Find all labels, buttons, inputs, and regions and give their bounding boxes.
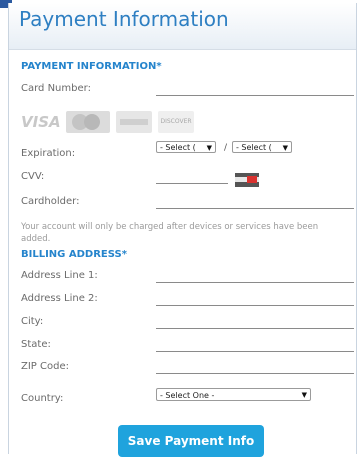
page-title: Payment Information <box>19 7 229 31</box>
card-number-label: Card Number: <box>21 83 91 94</box>
exp-separator: / <box>224 143 228 153</box>
save-payment-button[interactable]: Save Payment Info <box>118 425 264 457</box>
panel-header: Payment Information <box>9 3 356 50</box>
card-number-input[interactable] <box>156 95 354 96</box>
expiration-label: Expiration: <box>21 148 76 159</box>
address1-label: Address Line 1: <box>21 270 98 281</box>
chevron-down-icon: ▼ <box>301 391 307 399</box>
city-label: City: <box>21 316 44 327</box>
cvv-input[interactable] <box>156 183 228 184</box>
cvv-card-icon <box>235 173 259 187</box>
exp-year-value: - Select ( <box>236 143 272 152</box>
country-label: Country: <box>21 393 64 404</box>
address2-input[interactable] <box>156 305 354 306</box>
chevron-down-icon: ▼ <box>282 144 288 152</box>
state-input[interactable] <box>156 351 354 352</box>
exp-year-select[interactable]: - Select ( ▼ <box>232 141 292 153</box>
address1-input[interactable] <box>156 282 354 283</box>
cvv-label: CVV: <box>21 171 45 182</box>
amex-icon <box>116 111 152 133</box>
country-select[interactable]: - Select One - ▼ <box>156 388 311 401</box>
billing-section-title: BILLING ADDRESS* <box>21 249 127 260</box>
zip-label: ZIP Code: <box>21 361 69 372</box>
exp-month-select[interactable]: - Select ( ▼ <box>156 141 216 153</box>
zip-input[interactable] <box>156 373 354 374</box>
mastercard-icon <box>66 111 110 133</box>
visa-icon: VISA <box>21 113 61 131</box>
discover-icon: DISCOVER <box>158 111 194 133</box>
payment-panel: Payment Information PAYMENT INFORMATION*… <box>8 3 357 457</box>
chevron-down-icon: ▼ <box>206 144 212 152</box>
exp-month-value: - Select ( <box>160 143 196 152</box>
country-value: - Select One - <box>160 391 215 400</box>
payment-section-title: PAYMENT INFORMATION* <box>21 61 162 72</box>
cardholder-label: Cardholder: <box>21 196 80 207</box>
cardholder-input[interactable] <box>156 208 354 209</box>
city-input[interactable] <box>156 328 354 329</box>
charge-note: Your account will only be charged after … <box>21 222 319 244</box>
state-label: State: <box>21 339 51 350</box>
address2-label: Address Line 2: <box>21 293 98 304</box>
